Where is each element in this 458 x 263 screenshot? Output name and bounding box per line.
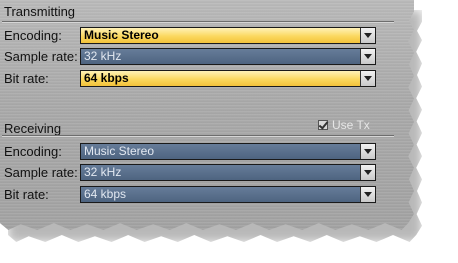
transmitting-title: Transmitting [4, 4, 76, 19]
chevron-down-icon[interactable] [360, 144, 375, 159]
rx-bit-rate-value: 64 kbps [84, 187, 127, 201]
chevron-down-icon[interactable] [360, 28, 375, 43]
rx-encoding-value: Music Stereo [84, 144, 155, 158]
rx-sample-rate-select[interactable]: 32 kHz [80, 164, 376, 181]
settings-panel: Transmitting Encoding: Music Stereo Samp… [0, 0, 414, 230]
rx-bit-rate-select[interactable]: 64 kbps [80, 186, 376, 203]
rx-sample-rate-label: Sample rate: [4, 165, 78, 180]
rx-encoding-label: Encoding: [4, 144, 62, 159]
use-tx-label: Use Tx [332, 118, 370, 132]
rx-encoding-select[interactable]: Music Stereo [80, 143, 376, 160]
tx-encoding-select[interactable]: Music Stereo [80, 27, 376, 44]
rx-sample-rate-value: 32 kHz [84, 165, 122, 179]
tx-sample-rate-label: Sample rate: [4, 49, 78, 64]
chevron-down-icon[interactable] [360, 187, 375, 202]
checkbox-checked-icon[interactable] [318, 120, 328, 130]
tx-sample-rate-select[interactable]: 32 kHz [80, 48, 376, 65]
tx-bit-rate-value: 64 kbps [84, 71, 129, 85]
tx-bit-rate-label: Bit rate: [4, 71, 49, 86]
chevron-down-icon[interactable] [360, 71, 375, 86]
tx-bit-rate-select[interactable]: 64 kbps [80, 70, 376, 87]
tx-encoding-value: Music Stereo [84, 28, 159, 42]
tx-encoding-label: Encoding: [4, 28, 62, 43]
transmitting-divider [2, 21, 394, 23]
rx-bit-rate-label: Bit rate: [4, 187, 49, 202]
tx-sample-rate-value: 32 kHz [84, 49, 122, 63]
receiving-title: Receiving [4, 121, 62, 136]
chevron-down-icon[interactable] [360, 49, 375, 64]
use-tx-checkbox[interactable]: Use Tx [318, 118, 370, 132]
receiving-divider [2, 135, 394, 137]
chevron-down-icon[interactable] [360, 165, 375, 180]
